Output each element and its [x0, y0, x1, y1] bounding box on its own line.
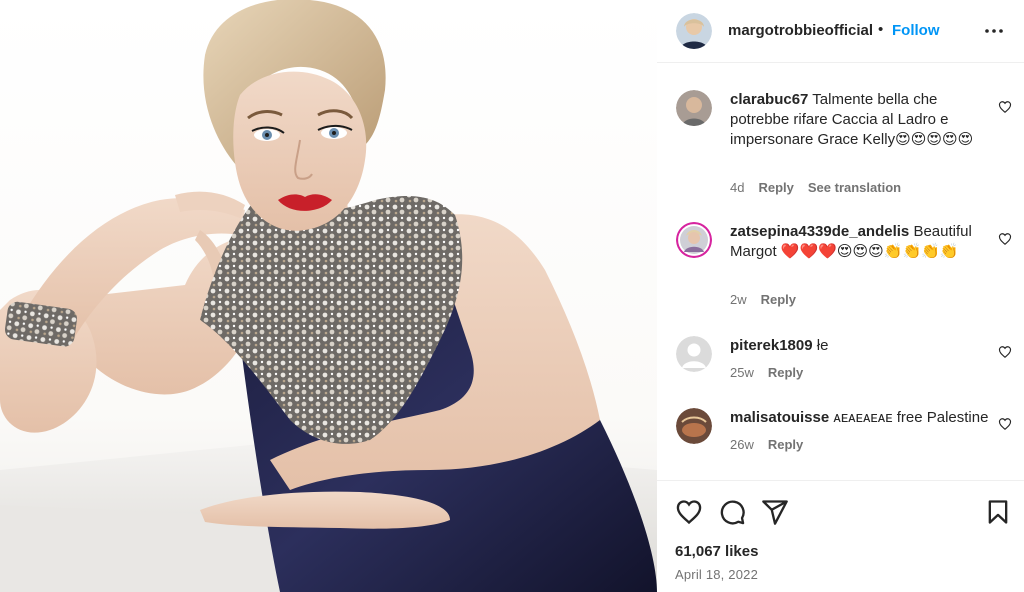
reply-button[interactable]: Reply — [761, 292, 796, 307]
default-avatar-icon — [676, 336, 712, 372]
portrait-illustration — [0, 0, 657, 592]
commenter-avatar[interactable] — [676, 222, 712, 258]
comment-username[interactable]: clarabuc67 — [730, 91, 808, 108]
commenter-avatar[interactable] — [676, 90, 712, 126]
like-comment-heart-icon[interactable] — [998, 232, 1012, 246]
likes-count[interactable]: 61,067 likes — [675, 543, 758, 560]
follow-button[interactable]: Follow — [892, 22, 940, 39]
comment-meta: 2w Reply — [730, 292, 796, 307]
comment-age: 25w — [730, 365, 754, 380]
post-side-panel: margotrobbieofficial • Follow clarabuc67… — [657, 0, 1024, 592]
comment-meta: 25w Reply — [730, 365, 803, 380]
commenter-avatar-image — [676, 90, 712, 126]
commenter-avatar[interactable] — [676, 336, 712, 372]
like-comment-heart-icon[interactable] — [998, 100, 1012, 114]
reply-button[interactable]: Reply — [758, 180, 793, 195]
header-separator: • — [878, 21, 884, 38]
commenter-avatar-image — [676, 408, 712, 444]
comment-age: 4d — [730, 180, 745, 195]
comment-bubble-icon[interactable] — [718, 498, 746, 526]
like-comment-heart-icon[interactable] — [998, 345, 1012, 359]
post-action-bar: 61,067 likes April 18, 2022 — [657, 480, 1024, 592]
save-bookmark-icon[interactable] — [984, 498, 1012, 526]
see-translation-link[interactable]: See translation — [808, 180, 901, 195]
author-avatar[interactable] — [676, 13, 712, 49]
comment-age: 26w — [730, 437, 754, 452]
comment-text-block: piterek1809 łe — [730, 336, 990, 356]
comment-username[interactable]: zatsepina4339de_andelis — [730, 223, 909, 240]
like-comment-heart-icon[interactable] — [998, 417, 1012, 431]
post-photo[interactable] — [0, 0, 657, 592]
comment-text: ᴀᴇᴀᴇᴀᴇᴀᴇ free Palestine — [833, 409, 989, 426]
reply-button[interactable]: Reply — [768, 365, 803, 380]
post-date[interactable]: April 18, 2022 — [675, 567, 758, 582]
share-paper-plane-icon[interactable] — [761, 498, 789, 526]
comment-text: łe — [816, 337, 829, 354]
comment-meta: 26w Reply — [730, 437, 803, 452]
author-avatar-image — [676, 13, 712, 49]
comment-text-block: malisatouisse ᴀᴇᴀᴇᴀᴇᴀᴇ free Palestine — [730, 408, 990, 428]
comment-meta: 4d Reply See translation — [730, 180, 901, 195]
comment-text-block: zatsepina4339de_andelis Beautiful Margot… — [730, 222, 990, 262]
more-horizontal-icon[interactable] — [982, 19, 1006, 43]
author-username[interactable]: margotrobbieofficial — [728, 22, 873, 39]
reply-button[interactable]: Reply — [768, 437, 803, 452]
post-header: margotrobbieofficial • Follow — [657, 0, 1024, 63]
commenter-avatar-story-ring — [676, 222, 712, 258]
comment-username[interactable]: malisatouisse — [730, 409, 829, 426]
comment-username[interactable]: piterek1809 — [730, 337, 813, 354]
comment-text-block: clarabuc67 Talmente bella che potrebbe r… — [730, 90, 990, 150]
like-heart-icon[interactable] — [675, 498, 703, 526]
comment-age: 2w — [730, 292, 747, 307]
commenter-avatar[interactable] — [676, 408, 712, 444]
